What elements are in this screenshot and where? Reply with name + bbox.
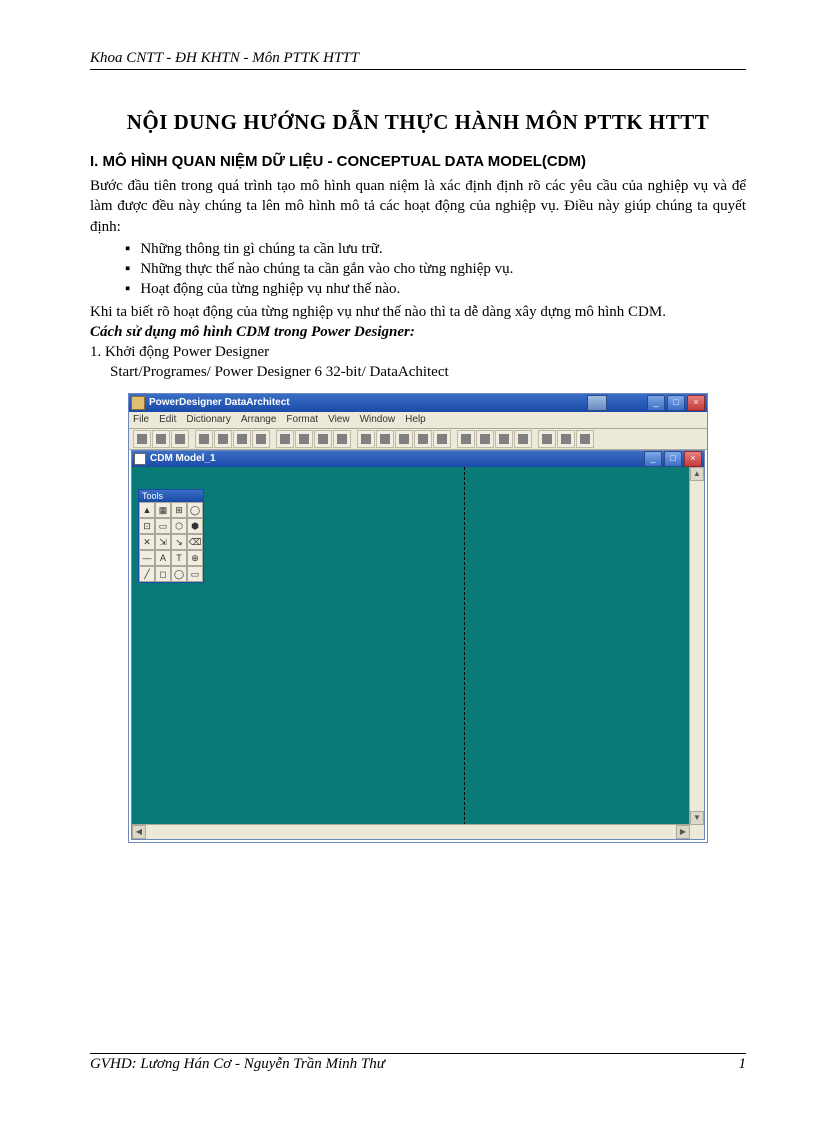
tool-polyline[interactable]: ╱ <box>139 566 155 582</box>
tool-inheritance[interactable]: ⬡ <box>171 518 187 534</box>
doc-maximize-button[interactable]: □ <box>664 451 682 467</box>
document-icon <box>134 453 146 465</box>
toolbar-button[interactable] <box>214 430 232 448</box>
scroll-left-icon[interactable]: ◀ <box>132 825 146 839</box>
toolbar-button[interactable] <box>195 430 213 448</box>
toolbar-button[interactable] <box>514 430 532 448</box>
toolbar-button[interactable] <box>576 430 594 448</box>
toolbar-button[interactable] <box>171 430 189 448</box>
toolbar-button[interactable] <box>133 430 151 448</box>
toolbar-button[interactable] <box>414 430 432 448</box>
close-button[interactable]: × <box>687 395 705 411</box>
menu-arrange[interactable]: Arrange <box>241 414 277 425</box>
scroll-down-icon[interactable]: ▼ <box>690 811 704 825</box>
toolbar-button[interactable] <box>538 430 556 448</box>
paragraph-intro: Bước đầu tiên trong quá trình tạo mô hìn… <box>90 176 746 237</box>
toolbar-button[interactable] <box>433 430 451 448</box>
bullet-item: Hoạt động của từng nghiệp vụ như thế nào… <box>125 279 746 299</box>
document-window: CDM Model_1 _ □ × Tools ▲ ▦ ⊞ <box>131 450 705 840</box>
menu-dictionary[interactable]: Dictionary <box>186 414 230 425</box>
document-title: CDM Model_1 <box>150 453 644 464</box>
menu-format[interactable]: Format <box>286 414 318 425</box>
tool-zoom-out[interactable]: ◯ <box>187 502 203 518</box>
menu-file[interactable]: File <box>133 414 149 425</box>
app-icon <box>131 396 145 410</box>
tool-rounded-rect[interactable]: ▭ <box>187 566 203 582</box>
menu-window[interactable]: Window <box>360 414 396 425</box>
toolbar-button[interactable] <box>333 430 351 448</box>
menu-edit[interactable]: Edit <box>159 414 176 425</box>
toolbar-button[interactable] <box>395 430 413 448</box>
horizontal-scrollbar[interactable]: ◀ ▶ <box>132 824 690 839</box>
tools-palette-title: Tools <box>139 490 203 502</box>
toolbar-button[interactable] <box>476 430 494 448</box>
titlebar-widget-icon <box>587 395 607 411</box>
tool-text-t[interactable]: T <box>171 550 187 566</box>
document-title: NỘI DUNG HƯỚNG DẪN THỰC HÀNH MÔN PTTK HT… <box>90 110 746 135</box>
scroll-right-icon[interactable]: ▶ <box>676 825 690 839</box>
toolbar-button[interactable] <box>314 430 332 448</box>
tool-rectangle[interactable]: ◻ <box>155 566 171 582</box>
tool-note[interactable]: ⊕ <box>187 550 203 566</box>
doc-close-button[interactable]: × <box>684 451 702 467</box>
tool-text-a[interactable]: A <box>155 550 171 566</box>
tool-erase[interactable]: ⌫ <box>187 534 203 550</box>
toolbar-button[interactable] <box>357 430 375 448</box>
toolbar-button[interactable] <box>233 430 251 448</box>
step-1-path: Start/Programes/ Power Designer 6 32-bit… <box>110 362 746 382</box>
document-titlebar: CDM Model_1 _ □ × <box>132 451 704 467</box>
tool-line[interactable]: — <box>139 550 155 566</box>
paragraph-after-bullets: Khi ta biết rõ hoạt động của từng nghiệp… <box>90 302 746 322</box>
toolbar-button[interactable] <box>252 430 270 448</box>
usage-subheading: Cách sử dụng mô hình CDM trong Power Des… <box>90 322 746 342</box>
tool-move[interactable]: ⇲ <box>155 534 171 550</box>
section-heading: I. MÔ HÌNH QUAN NIỆM DỮ LIỆU - CONCEPTUA… <box>90 153 746 170</box>
toolbar-button[interactable] <box>295 430 313 448</box>
scrollbar-corner <box>690 825 704 839</box>
menu-view[interactable]: View <box>328 414 350 425</box>
vertical-scrollbar[interactable]: ▲ ▼ <box>689 467 704 825</box>
app-screenshot: PowerDesigner DataArchitect _ □ × File E… <box>128 393 708 843</box>
tool-ellipse[interactable]: ◯ <box>171 566 187 582</box>
toolbar-button[interactable] <box>495 430 513 448</box>
toolbar-button[interactable] <box>557 430 575 448</box>
app-title: PowerDesigner DataArchitect <box>149 397 587 408</box>
doc-minimize-button[interactable]: _ <box>644 451 662 467</box>
footer-author: GVHD: Lương Hán Cơ - Nguyễn Trần Minh Th… <box>90 1056 385 1073</box>
design-canvas[interactable]: Tools ▲ ▦ ⊞ ◯ ⊡ ▭ ⬡ ⬢ ✕ ⇲ ↘ <box>132 467 704 825</box>
tools-palette[interactable]: Tools ▲ ▦ ⊞ ◯ ⊡ ▭ ⬡ ⬢ ✕ ⇲ ↘ <box>138 489 204 583</box>
minimize-button[interactable]: _ <box>647 395 665 411</box>
toolbar-button[interactable] <box>457 430 475 448</box>
tool-relationship[interactable]: ▭ <box>155 518 171 534</box>
tool-pointer[interactable]: ▲ <box>139 502 155 518</box>
menubar: File Edit Dictionary Arrange Format View… <box>129 412 707 429</box>
app-titlebar: PowerDesigner DataArchitect _ □ × <box>129 394 707 412</box>
page-number: 1 <box>739 1056 747 1073</box>
toolbar-button[interactable] <box>276 430 294 448</box>
tool-grabber[interactable]: ▦ <box>155 502 171 518</box>
page-header: Khoa CNTT - ĐH KHTN - Môn PTTK HTTT <box>90 50 746 70</box>
page-divider <box>464 467 465 825</box>
tool-link[interactable]: ↘ <box>171 534 187 550</box>
tool-delete[interactable]: ✕ <box>139 534 155 550</box>
step-1: 1. Khởi động Power Designer <box>90 342 746 362</box>
menu-help[interactable]: Help <box>405 414 426 425</box>
bullet-list: Những thông tin gì chúng ta cần lưu trữ.… <box>125 239 746 300</box>
toolbar <box>129 429 707 450</box>
tool-entity[interactable]: ⊡ <box>139 518 155 534</box>
tool-zoom-in[interactable]: ⊞ <box>171 502 187 518</box>
maximize-button[interactable]: □ <box>667 395 685 411</box>
bullet-item: Những thông tin gì chúng ta cần lưu trữ. <box>125 239 746 259</box>
bullet-item: Những thực thể nào chúng ta cần gắn vào … <box>125 259 746 279</box>
toolbar-button[interactable] <box>152 430 170 448</box>
toolbar-button[interactable] <box>376 430 394 448</box>
scroll-up-icon[interactable]: ▲ <box>690 467 704 481</box>
tool-association[interactable]: ⬢ <box>187 518 203 534</box>
